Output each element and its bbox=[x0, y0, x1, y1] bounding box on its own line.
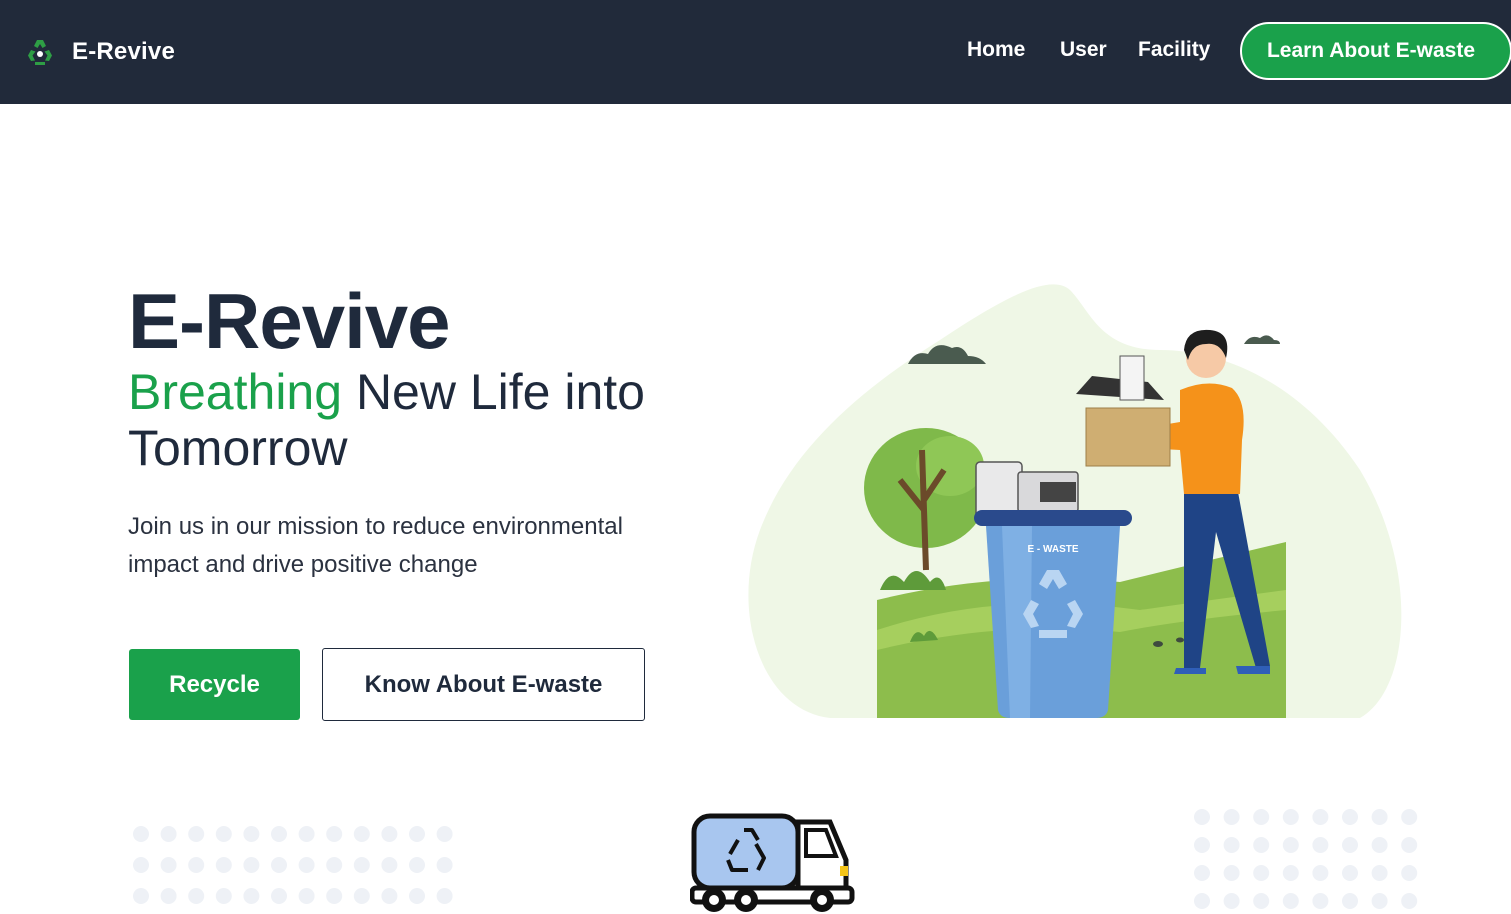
decorative-dot bbox=[271, 857, 287, 873]
decorative-dot bbox=[1371, 865, 1388, 881]
brand-name: E-Revive bbox=[72, 38, 175, 65]
decorative-dot bbox=[1342, 837, 1358, 853]
decorative-dot bbox=[1371, 893, 1388, 909]
decorative-dot bbox=[1371, 809, 1388, 825]
decorative-dot bbox=[298, 826, 315, 842]
decorative-dot bbox=[1282, 837, 1299, 853]
cloud-right bbox=[1244, 335, 1280, 344]
decorative-dot bbox=[1194, 809, 1210, 825]
decorative-dot bbox=[133, 857, 149, 873]
decorative-dot bbox=[243, 888, 260, 904]
decorative-dot bbox=[326, 857, 343, 873]
decorative-dot bbox=[381, 857, 398, 873]
decorative-dot bbox=[1312, 865, 1329, 881]
decorative-dot bbox=[1194, 837, 1210, 853]
hero-illustration: E - WASTE bbox=[748, 284, 1402, 718]
decorative-dot bbox=[1401, 865, 1418, 881]
learn-about-ewaste-button[interactable]: Learn About E-waste bbox=[1240, 22, 1511, 80]
decorative-dot bbox=[409, 888, 425, 904]
recycle-button[interactable]: Recycle bbox=[129, 649, 300, 720]
recycle-icon bbox=[28, 40, 52, 65]
decorative-dot bbox=[1194, 893, 1210, 909]
decorative-dot bbox=[133, 826, 149, 842]
decorative-dot bbox=[436, 826, 453, 842]
decorative-dot bbox=[1312, 837, 1329, 853]
decorative-dot bbox=[409, 857, 425, 873]
decorative-dot bbox=[381, 888, 398, 904]
decorative-dot bbox=[1282, 809, 1299, 825]
decorative-dot bbox=[1223, 865, 1240, 881]
bin-label: E - WASTE bbox=[1027, 544, 1078, 555]
decorative-dot bbox=[1371, 837, 1388, 853]
decorative-dot bbox=[1312, 809, 1329, 825]
decorative-dot bbox=[1253, 865, 1270, 881]
dot-pattern-right bbox=[1194, 809, 1418, 909]
decorative-dot bbox=[1312, 893, 1329, 909]
decorative-dot bbox=[436, 857, 453, 873]
know-about-ewaste-button[interactable]: Know About E-waste bbox=[322, 648, 645, 721]
ewaste-box bbox=[1085, 407, 1171, 467]
decorative-dot bbox=[326, 888, 343, 904]
hero-subtitle-accent: Breathing bbox=[128, 364, 343, 420]
decorative-dot bbox=[160, 888, 177, 904]
decorative-dot bbox=[271, 826, 287, 842]
decorative-dot bbox=[436, 888, 453, 904]
decorative-dot bbox=[188, 888, 205, 904]
decorative-dot bbox=[215, 826, 232, 842]
nav-link-home[interactable]: Home bbox=[967, 38, 1025, 62]
bin-lid bbox=[974, 510, 1132, 526]
decorative-dot bbox=[353, 826, 370, 842]
decorative-dot bbox=[1401, 837, 1418, 853]
decorative-dot bbox=[1282, 893, 1299, 909]
decorative-dot bbox=[298, 888, 315, 904]
decorative-dot bbox=[1253, 837, 1270, 853]
decorative-dot bbox=[215, 857, 232, 873]
decorative-dot bbox=[298, 857, 315, 873]
recycling-truck-icon bbox=[690, 813, 855, 912]
decorative-dot bbox=[353, 888, 370, 904]
decorative-dot bbox=[188, 857, 205, 873]
decorative-dot bbox=[1342, 893, 1358, 909]
dot-pattern-left bbox=[133, 826, 453, 904]
decorative-dot bbox=[326, 826, 343, 842]
decorative-dot bbox=[1401, 809, 1418, 825]
decorative-dot bbox=[353, 857, 370, 873]
decorative-dot bbox=[243, 857, 260, 873]
decorative-dot bbox=[1253, 809, 1270, 825]
nav-link-user[interactable]: User bbox=[1060, 38, 1107, 62]
decorative-dot bbox=[243, 826, 260, 842]
decorative-dot bbox=[188, 826, 205, 842]
top-navbar: E-Revive Home User Facility Learn About … bbox=[0, 0, 1511, 104]
decorative-dot bbox=[1253, 893, 1270, 909]
hero-subtitle: Breathing New Life into Tomorrow bbox=[128, 364, 688, 476]
hero-description: Join us in our mission to reduce environ… bbox=[128, 513, 623, 578]
decorative-dot bbox=[215, 888, 232, 904]
decorative-dot bbox=[1194, 865, 1210, 881]
decorative-dot bbox=[1223, 893, 1240, 909]
decorative-dot bbox=[133, 888, 149, 904]
decorative-dot bbox=[271, 888, 287, 904]
brand[interactable]: E-Revive bbox=[24, 32, 175, 72]
hero-title: E-Revive bbox=[128, 277, 451, 365]
decorative-dot bbox=[1342, 809, 1358, 825]
nav-link-facility[interactable]: Facility bbox=[1138, 38, 1210, 62]
decorative-dot bbox=[1401, 893, 1418, 909]
decorative-dot bbox=[381, 826, 398, 842]
decorative-dot bbox=[160, 857, 177, 873]
decorative-dot bbox=[409, 826, 425, 842]
decorative-dot bbox=[1223, 809, 1240, 825]
decorative-dot bbox=[1282, 865, 1299, 881]
decorative-dot bbox=[1223, 837, 1240, 853]
decorative-dot bbox=[1342, 865, 1358, 881]
decorative-dot bbox=[160, 826, 177, 842]
